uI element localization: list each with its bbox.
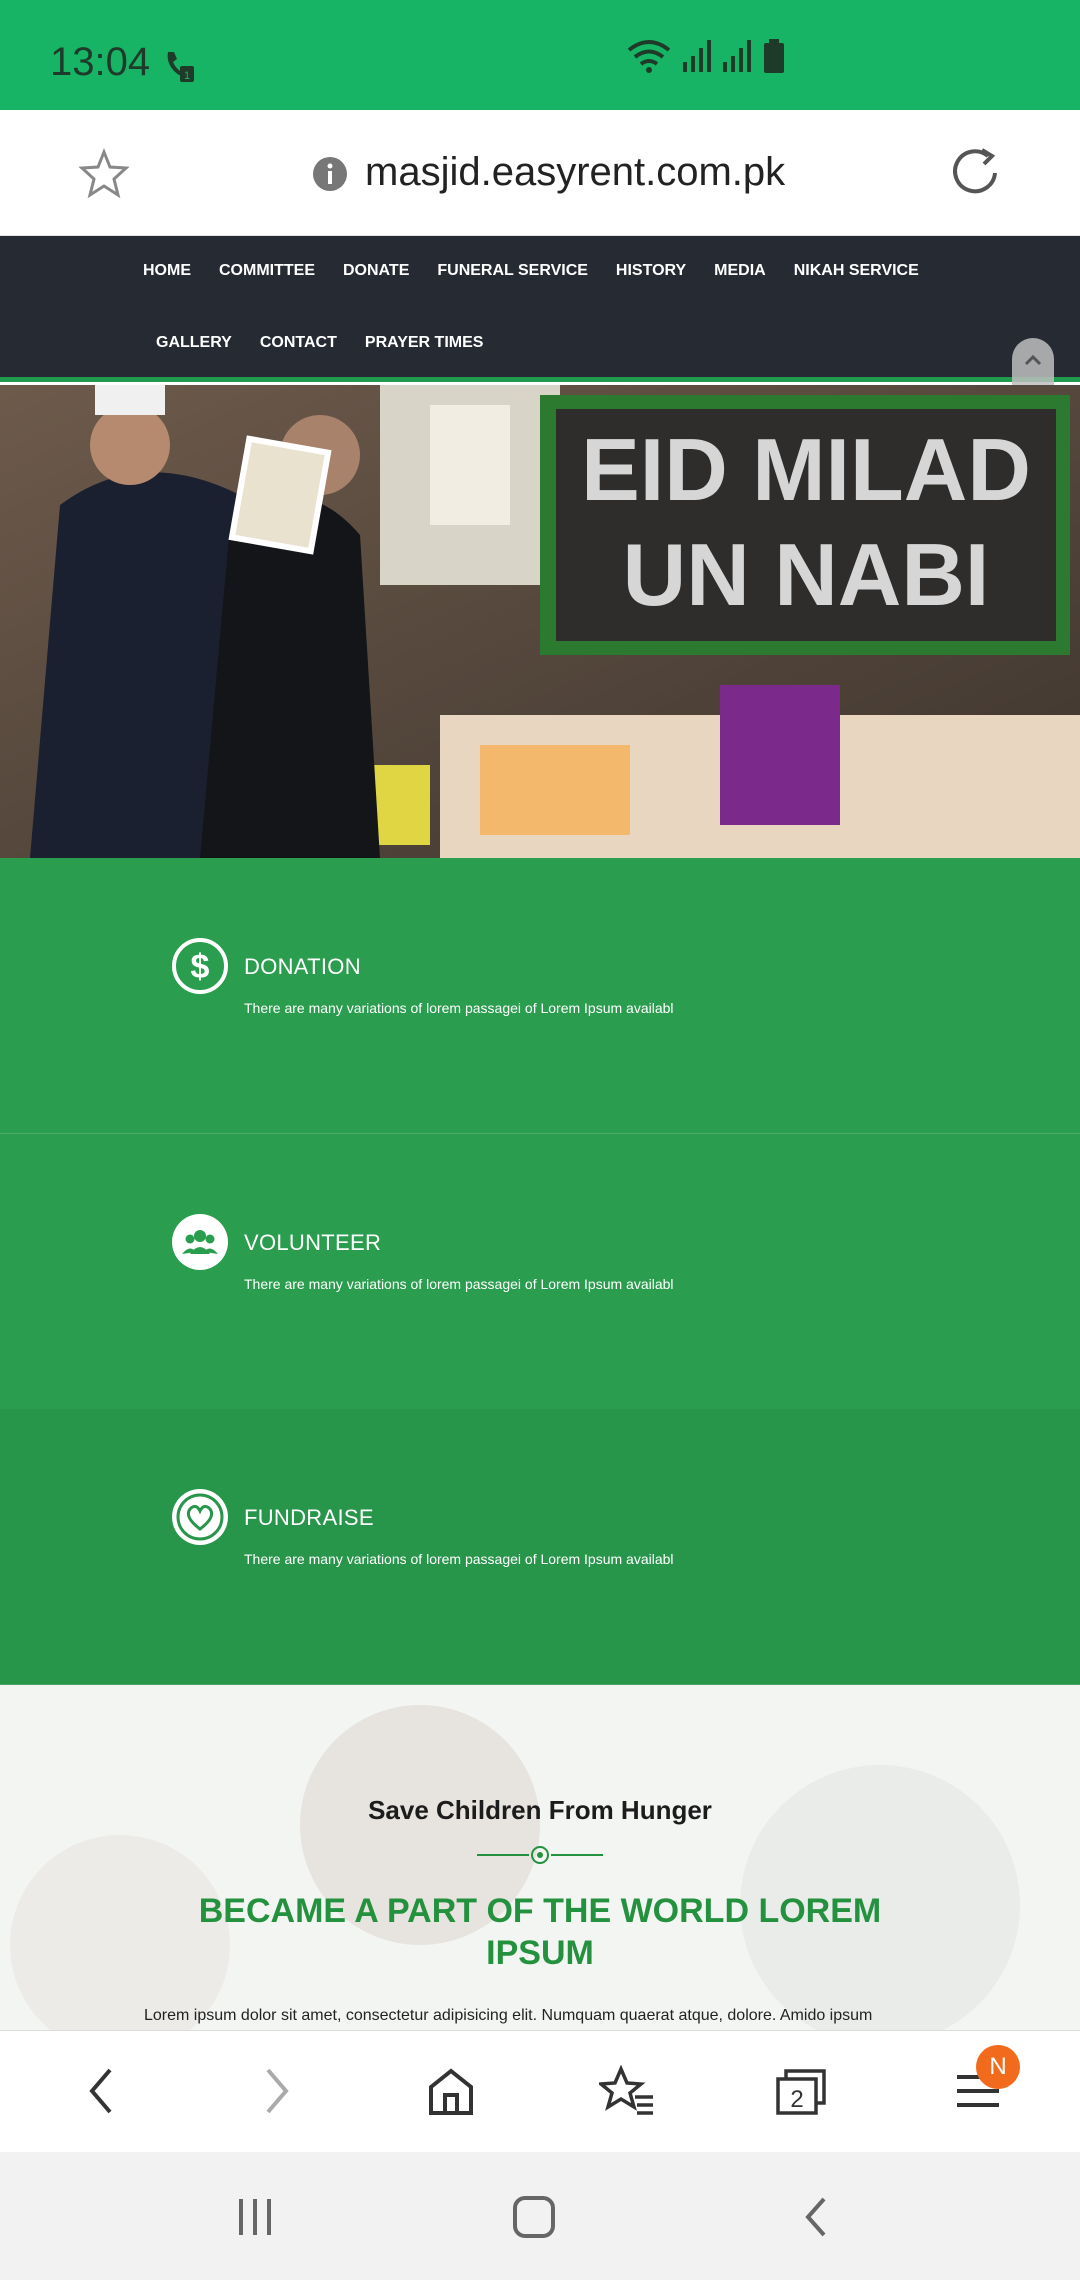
nav-item-nikah-service[interactable]: NIKAH SERVICE bbox=[794, 262, 919, 280]
signal-icon bbox=[681, 38, 713, 79]
nav-item-history[interactable]: HISTORY bbox=[616, 262, 686, 280]
url-text[interactable]: masjid.easyrent.com.pk bbox=[365, 150, 785, 195]
nav-item-gallery[interactable]: GALLERY bbox=[156, 334, 232, 352]
home-button-icon[interactable] bbox=[504, 2192, 564, 2242]
feature-fundraise: FUNDRAISE There are many variations of l… bbox=[0, 1409, 1080, 1685]
tabs-count: 2 bbox=[790, 2086, 803, 2113]
nav-item-prayer-times[interactable]: PRAYER TIMES bbox=[365, 334, 484, 352]
signal-icon bbox=[721, 38, 753, 79]
call-icon: 1 bbox=[162, 48, 198, 89]
wifi-icon bbox=[625, 38, 673, 79]
notification-badge: N bbox=[976, 2045, 1020, 2089]
bookmarks-icon[interactable] bbox=[597, 2061, 657, 2121]
nav-item-donate[interactable]: DONATE bbox=[343, 262, 409, 280]
tabs-icon[interactable]: 2 bbox=[771, 2061, 831, 2121]
browser-toolbar: 2 N bbox=[0, 2030, 1080, 2152]
section-heading: BECAME A PART OF THE WORLD LOREM IPSUM bbox=[198, 1892, 882, 1972]
heart-globe-icon bbox=[172, 1489, 228, 1545]
section-body: Lorem ipsum dolor sit amet, consectetur … bbox=[144, 2007, 873, 2024]
nav-item-home[interactable]: HOME bbox=[143, 262, 191, 280]
chevron-up-icon[interactable] bbox=[1023, 353, 1043, 372]
divider-icon bbox=[477, 1845, 603, 1870]
save-children-section: Save Children From Hunger BECAME A PART … bbox=[0, 1685, 1080, 2030]
feature-desc: There are many variations of lorem passa… bbox=[244, 1000, 674, 1016]
nav-item-media[interactable]: MEDIA bbox=[714, 262, 766, 280]
nav-item-funeral-service[interactable]: FUNERAL SERVICE bbox=[437, 262, 588, 280]
forward-icon[interactable] bbox=[246, 2061, 306, 2121]
banner-line-1: EID MILAD bbox=[581, 420, 1031, 519]
home-icon[interactable] bbox=[421, 2061, 481, 2121]
section-subtitle: Save Children From Hunger bbox=[368, 1795, 712, 1825]
dollar-icon: $ bbox=[172, 938, 228, 994]
reload-icon[interactable] bbox=[948, 146, 1002, 205]
feature-desc: There are many variations of lorem passa… bbox=[244, 1551, 674, 1567]
status-time: 13:04 bbox=[50, 40, 151, 84]
site-nav: HOME COMMITTEE DONATE FUNERAL SERVICE HISTOR… bbox=[0, 236, 1080, 382]
feature-volunteer: VOLUNTEER There are many variations of l… bbox=[0, 1134, 1080, 1410]
feature-title: FUNDRAISE bbox=[244, 1505, 374, 1530]
browser-url-bar: masjid.easyrent.com.pk bbox=[0, 110, 1080, 236]
svg-text:$: $ bbox=[191, 948, 210, 986]
star-icon[interactable] bbox=[78, 147, 130, 205]
feature-desc: There are many variations of lorem passa… bbox=[244, 1276, 674, 1292]
hero-image: EID MILAD UN NABI bbox=[0, 385, 1080, 858]
users-icon bbox=[172, 1214, 228, 1270]
status-bar: 13:04 1 bbox=[0, 0, 1080, 110]
system-nav-bar bbox=[0, 2152, 1080, 2280]
back-icon[interactable] bbox=[72, 2061, 132, 2121]
feature-title: VOLUNTEER bbox=[244, 1230, 382, 1255]
svg-text:1: 1 bbox=[184, 70, 190, 82]
system-back-icon[interactable] bbox=[786, 2192, 846, 2242]
nav-item-committee[interactable]: COMMITTEE bbox=[219, 262, 315, 280]
feature-donation: $ DONATION There are many variations of … bbox=[0, 858, 1080, 1134]
feature-title: DONATION bbox=[244, 954, 361, 979]
battery-icon bbox=[761, 38, 787, 79]
status-icons bbox=[625, 38, 787, 79]
banner-line-2: UN NABI bbox=[623, 525, 990, 624]
nav-item-contact[interactable]: CONTACT bbox=[260, 334, 337, 352]
recents-icon[interactable] bbox=[225, 2192, 285, 2242]
info-icon[interactable] bbox=[312, 156, 348, 197]
